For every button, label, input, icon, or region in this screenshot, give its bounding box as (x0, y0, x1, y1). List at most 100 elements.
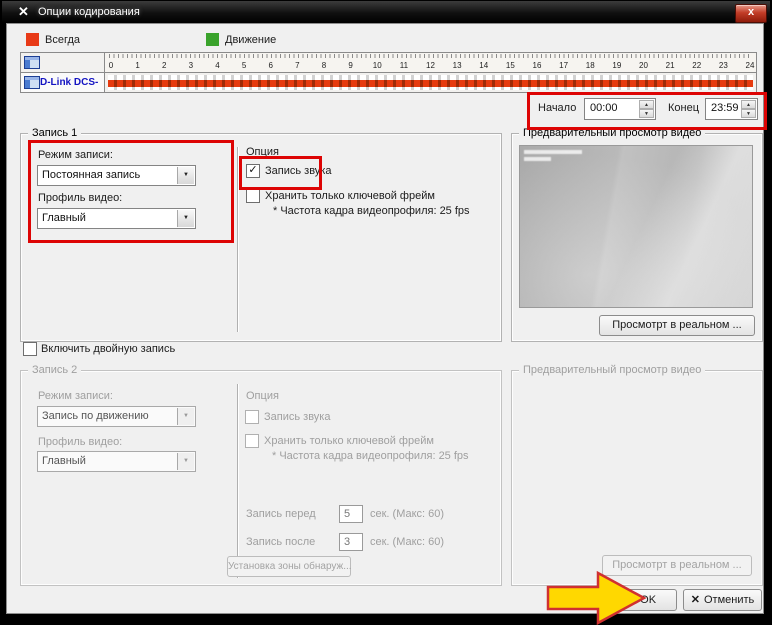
spin-up-icon[interactable]: ▲ (741, 100, 756, 109)
end-time-spinner[interactable]: 23:59 ▲ ▼ (705, 98, 758, 120)
legend-always-swatch (26, 33, 39, 46)
ok-check-icon: ✓ (623, 594, 632, 606)
cancel-x-icon: ✕ (691, 594, 700, 606)
record1-keyframe-label: Хранить только ключевой фрейм (265, 190, 435, 202)
hour-label: 8 (322, 61, 326, 70)
hour-label: 14 (479, 61, 488, 70)
selected-value: Главный (42, 455, 86, 467)
chevron-down-icon: ▼ (177, 210, 194, 227)
preview2-group-title: Предварительный просмотр видео (519, 364, 705, 376)
preview1-group-title: Предварительный просмотр видео (519, 127, 705, 139)
start-time-spinner[interactable]: 00:00 ▲ ▼ (584, 98, 656, 120)
record1-profile-label: Профиль видео: (38, 192, 122, 204)
record2-profile-label: Профиль видео: (38, 436, 122, 448)
app-icon: ✕ (18, 4, 29, 20)
record2-mode-label: Режим записи: (38, 390, 113, 402)
hour-label: 0 (109, 61, 113, 70)
osd-text-overlay (524, 157, 551, 161)
legend-motion-label: Движение (225, 34, 276, 46)
close-button[interactable]: x (735, 4, 767, 23)
camera-list-icon (24, 56, 40, 69)
selected-value: Запись по движению (42, 410, 149, 422)
start-time-label: Начало (538, 102, 576, 114)
record1-divider (237, 147, 239, 332)
cancel-button-label: Отменить (704, 594, 754, 606)
preview1-live-button[interactable]: Просмотрт в реальном ... (599, 315, 755, 336)
legend-motion-swatch (206, 33, 219, 46)
record2-divider (237, 384, 239, 578)
zone-button-label: Установка зоны обнаруж... (228, 561, 352, 572)
spin-down-icon[interactable]: ▼ (639, 109, 654, 118)
record1-keyframe-checkbox[interactable] (246, 189, 260, 203)
hour-label: 19 (612, 61, 621, 70)
hour-label: 5 (242, 61, 246, 70)
screenshot-root: { "window": { "title": "Опции кодировани… (0, 0, 772, 623)
preview2-live-button: Просмотрт в реальном ... (602, 555, 752, 576)
post-record-unit: сек. (Макс: 60) (370, 536, 444, 548)
dual-record-checkbox[interactable] (23, 342, 37, 356)
record2-keyframe-label: Хранить только ключевой фрейм (264, 435, 434, 447)
pre-record-field: 5 (339, 505, 363, 523)
record2-option-title: Опция (246, 390, 279, 402)
hour-label: 16 (533, 61, 542, 70)
close-x-icon: x (748, 6, 754, 18)
window-title: Опции кодирования (38, 6, 140, 18)
always-record-band (108, 80, 753, 87)
hour-label: 24 (746, 61, 755, 70)
preview2-group (511, 370, 763, 586)
hour-label: 4 (215, 61, 219, 70)
hour-label: 11 (400, 61, 408, 70)
chevron-down-icon: ▼ (177, 453, 194, 470)
hour-label: 22 (692, 61, 701, 70)
selected-value: Главный (42, 212, 86, 224)
pre-record-unit: сек. (Макс: 60) (370, 508, 444, 520)
record1-mode-label: Режим записи: (38, 149, 113, 161)
post-record-label: Запись после (246, 536, 315, 548)
dual-record-label: Включить двойную запись (41, 343, 175, 355)
pre-record-label: Запись перед (246, 508, 316, 520)
record1-audio-label: Запись звука (265, 165, 331, 177)
end-time-value: 23:59 (711, 102, 739, 114)
hour-label: 13 (453, 61, 462, 70)
chevron-down-icon: ▼ (177, 408, 194, 425)
start-time-value: 00:00 (590, 102, 618, 114)
spin-down-icon[interactable]: ▼ (741, 109, 756, 118)
ok-button[interactable]: ✓ OK (602, 589, 677, 611)
detection-zone-button: Установка зоны обнаруж... (227, 556, 351, 577)
selected-value: Постоянная запись (42, 169, 140, 181)
record1-audio-checkbox[interactable]: ✓ (246, 164, 260, 178)
live-button-label: Просмотрт в реальном ... (612, 559, 741, 571)
title-bar: ✕ Опции кодирования x (2, 1, 770, 23)
spin-up-icon[interactable]: ▲ (639, 100, 654, 109)
hour-label: 21 (666, 61, 675, 70)
timeline-ruler: 0123456789101112131415161718192021222324 (104, 52, 757, 73)
legend-always-label: Всегда (45, 34, 80, 46)
hour-label: 1 (135, 61, 139, 70)
timeline-schedule-bar[interactable] (104, 72, 757, 93)
hour-label: 10 (373, 61, 382, 70)
record2-profile-select: Главный ▼ (37, 451, 196, 472)
record2-audio-label: Запись звука (264, 411, 330, 423)
record1-option-title: Опция (246, 146, 279, 158)
record2-mode-select: Запись по движению ▼ (37, 406, 196, 427)
timeline-ruler-labels: 0123456789101112131415161718192021222324 (111, 53, 750, 72)
record2-group (20, 370, 502, 586)
hour-label: 17 (559, 61, 568, 70)
record1-mode-select[interactable]: Постоянная запись ▼ (37, 165, 196, 186)
record1-keyframe-note: * Частота кадра видеопрофиля: 25 fps (273, 205, 470, 217)
timeline-header-cell (20, 52, 105, 73)
ok-button-label: OK (640, 594, 656, 606)
hour-label: 15 (506, 61, 515, 70)
check-icon: ✓ (248, 164, 257, 176)
chevron-down-icon: ▼ (177, 167, 194, 184)
hour-label: 12 (426, 61, 435, 70)
record2-keyframe-note: * Частота кадра видеопрофиля: 25 fps (272, 450, 469, 462)
post-record-field: 3 (339, 533, 363, 551)
record1-profile-select[interactable]: Главный ▼ (37, 208, 196, 229)
record2-group-title: Запись 2 (28, 364, 81, 376)
video-preview (519, 145, 753, 308)
hour-label: 2 (162, 61, 166, 70)
cancel-button[interactable]: ✕ Отменить (683, 589, 762, 611)
hour-label: 9 (348, 61, 352, 70)
live-button-label: Просмотрт в реальном ... (612, 319, 741, 331)
